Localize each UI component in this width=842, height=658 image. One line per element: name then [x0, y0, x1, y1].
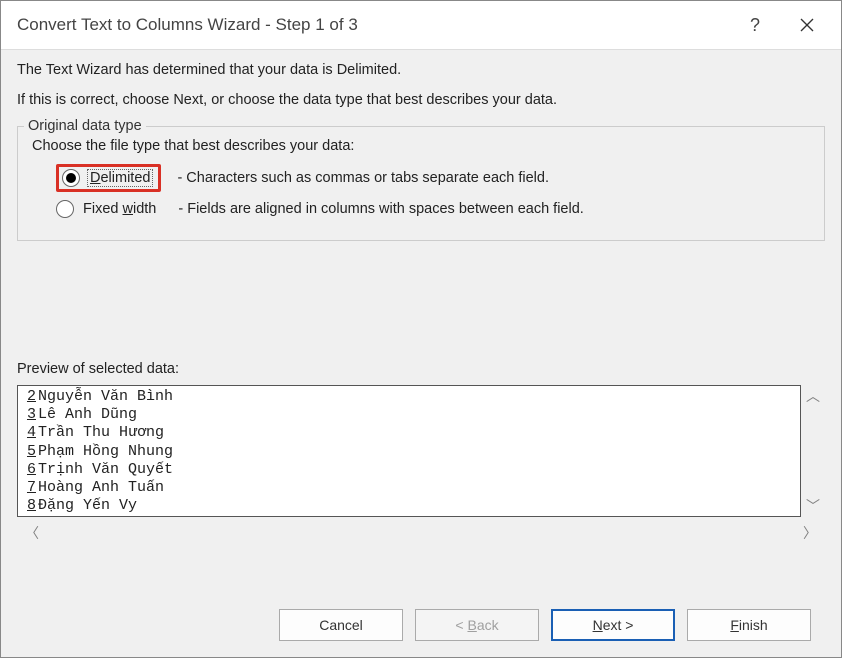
preview-line: 6Trịnh Văn Quyết [22, 461, 800, 479]
button-row: Cancel < Back Next > Finish [17, 593, 825, 657]
delimited-highlight: Delimited [56, 164, 161, 192]
radio-fixed-width-desc: - Fields are aligned in columns with spa… [178, 201, 583, 217]
radio-checked-icon [66, 173, 76, 183]
radio-fixed-width-label[interactable]: Fixed width [81, 201, 158, 217]
preview-line: 5Phạm Hồng Nhung [22, 443, 800, 461]
cancel-button[interactable]: Cancel [279, 609, 403, 641]
horizontal-scrollbar[interactable]: 〈 〉 [17, 517, 825, 545]
preview-line: 2Nguyễn Văn Bình [22, 388, 800, 406]
intro-line-1: The Text Wizard has determined that your… [17, 62, 825, 78]
choose-file-type-label: Choose the file type that best describes… [32, 138, 810, 154]
close-icon [800, 18, 814, 32]
preview-area: 2Nguyễn Văn Bình 3Lê Anh Dũng 4Trần Thu … [17, 385, 825, 517]
vertical-scrollbar[interactable]: ︿ ﹀ [801, 385, 825, 517]
preview-box[interactable]: 2Nguyễn Văn Bình 3Lê Anh Dũng 4Trần Thu … [17, 385, 801, 517]
radio-fixed-width[interactable] [56, 200, 74, 218]
finish-button[interactable]: Finish [687, 609, 811, 641]
back-button: < Back [415, 609, 539, 641]
intro-line-2: If this is correct, choose Next, or choo… [17, 92, 825, 108]
radio-delimited-desc: - Characters such as commas or tabs sepa… [177, 170, 549, 186]
fieldset-legend: Original data type [24, 118, 146, 134]
dialog-content: The Text Wizard has determined that your… [1, 50, 841, 657]
intro-text: The Text Wizard has determined that your… [17, 62, 825, 122]
radio-delimited[interactable] [62, 169, 80, 187]
scroll-down-icon: ﹀ [806, 499, 820, 513]
radio-row-fixed-width: Fixed width - Fields are aligned in colu… [56, 200, 810, 218]
dialog-title: Convert Text to Columns Wizard - Step 1 … [17, 15, 735, 35]
radio-row-delimited: Delimited - Characters such as commas or… [56, 164, 810, 192]
preview-line: 3Lê Anh Dũng [22, 406, 800, 424]
radio-delimited-label[interactable]: Delimited [87, 169, 153, 187]
original-data-type-group: Original data type Choose the file type … [17, 126, 825, 241]
close-button[interactable] [787, 11, 827, 39]
preview-line: 4Trần Thu Hương [22, 424, 800, 442]
wizard-dialog: Convert Text to Columns Wizard - Step 1 … [0, 0, 842, 658]
help-button[interactable]: ? [735, 11, 775, 39]
next-button[interactable]: Next > [551, 609, 675, 641]
scroll-left-icon: 〈 [25, 523, 39, 543]
preview-label: Preview of selected data: [17, 361, 825, 377]
preview-line: 7Hoàng Anh Tuấn [22, 479, 800, 497]
scroll-up-icon: ︿ [806, 389, 820, 403]
scroll-right-icon: 〉 [803, 523, 817, 543]
titlebar: Convert Text to Columns Wizard - Step 1 … [1, 1, 841, 50]
preview-line: 8Đặng Yến Vy [22, 497, 800, 515]
